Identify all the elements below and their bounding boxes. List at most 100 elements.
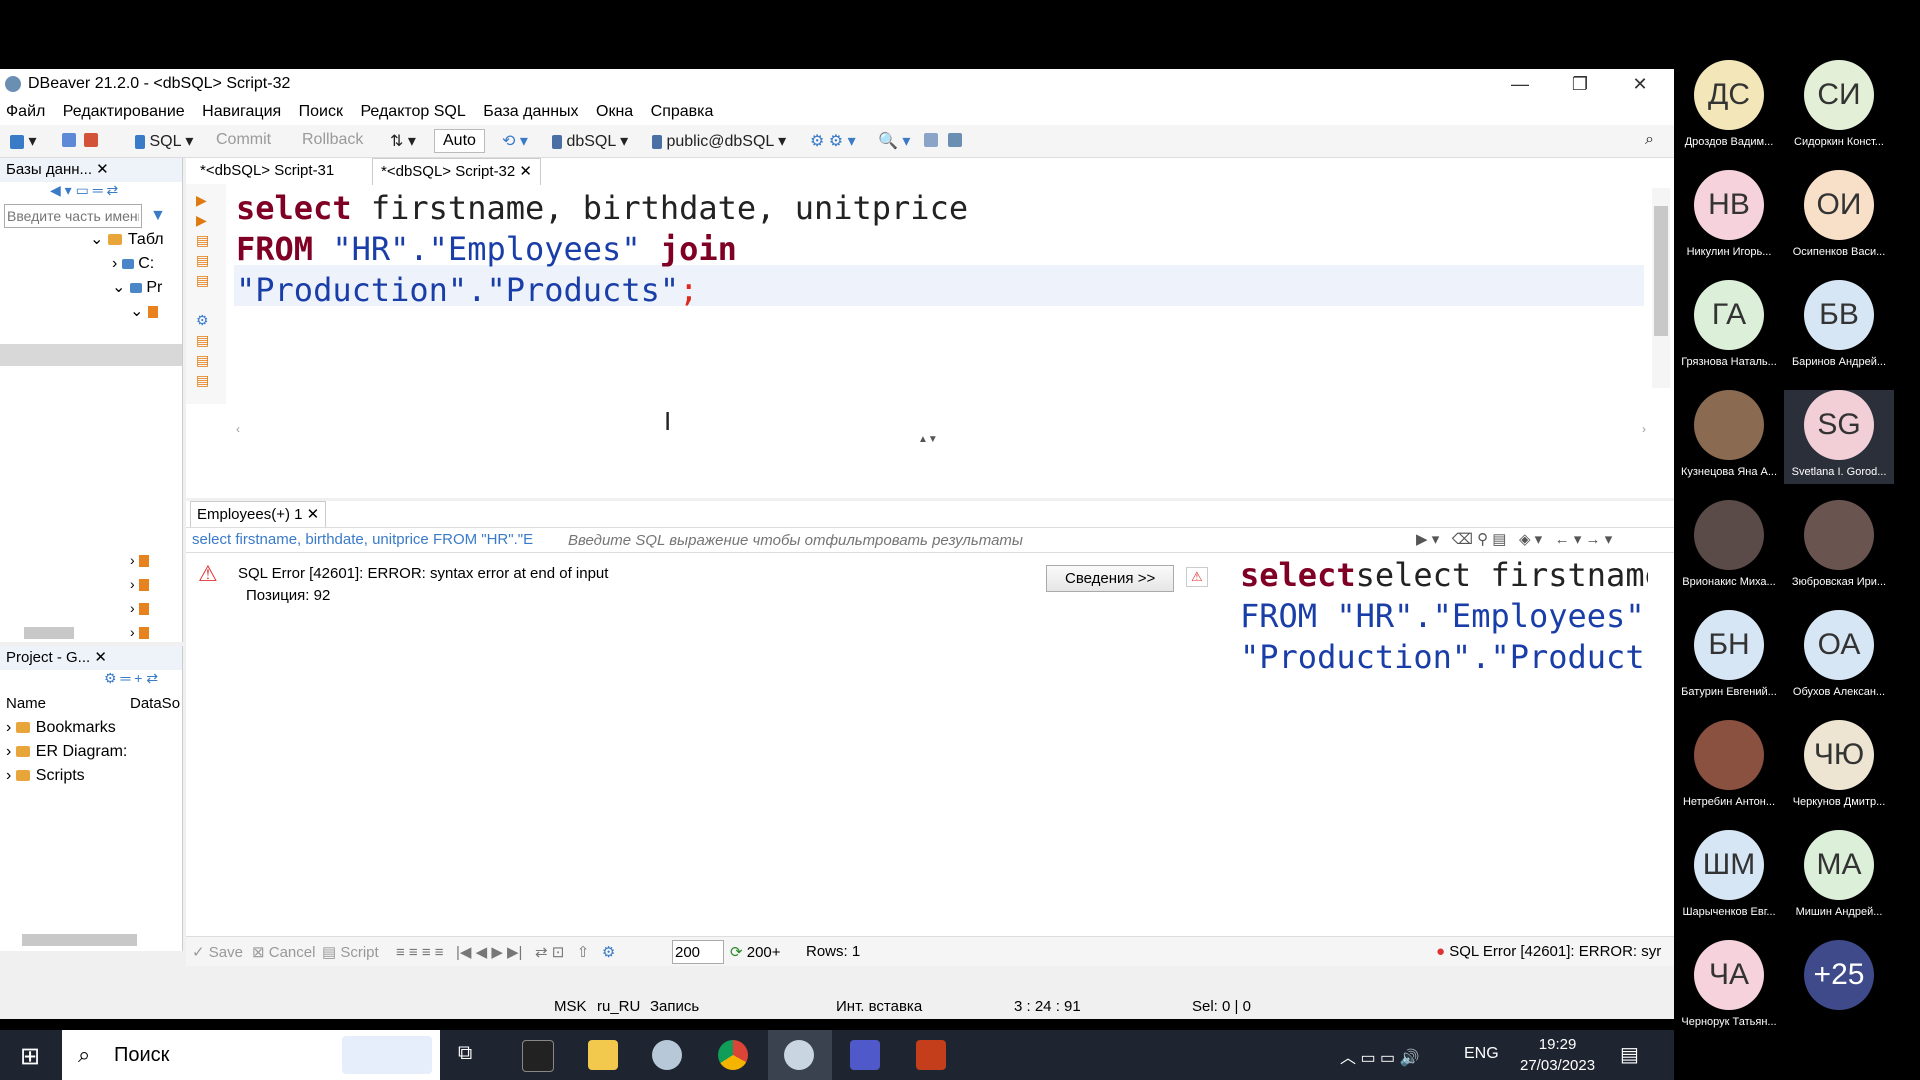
project-hscroll[interactable] [4, 931, 174, 947]
status-error[interactable]: ● SQL Error [42601]: ERROR: syr [1436, 943, 1661, 960]
participant-tile[interactable]: СИ Сидоркин Конст... [1784, 60, 1894, 148]
participant-tile[interactable]: ШМ Шарыченков Евг... [1674, 830, 1784, 918]
column-name-header[interactable]: Name [6, 692, 46, 716]
script-button[interactable]: ▤ Script [322, 943, 379, 961]
minimize-icon[interactable]: — [1490, 69, 1550, 99]
maximize-results-icon[interactable]: ▲▼ [918, 434, 938, 445]
results-tab[interactable]: Employees(+) 1 ✕ [190, 501, 327, 528]
tree-node-table-pr[interactable]: ⌄ Pr [0, 276, 182, 300]
clock[interactable]: 19:29 27/03/2023 [1520, 1034, 1595, 1076]
cancel-button[interactable]: ⊠ Cancel [252, 943, 315, 961]
language-indicator[interactable]: ENG [1464, 1045, 1499, 1063]
tree-node-tables[interactable]: ⌄ Табл [0, 228, 182, 252]
participant-avatar [1694, 390, 1764, 460]
project-toolbar: ⚙ ═ + ⇄ [104, 670, 159, 686]
menu-window[interactable]: Окна [596, 99, 633, 125]
teams-icon[interactable] [850, 1040, 880, 1070]
navigator-filter-input[interactable] [4, 204, 142, 228]
perspective-icon[interactable] [948, 131, 962, 149]
global-search-icon[interactable]: ⌕ [1645, 131, 1654, 149]
participant-tile[interactable]: Зюбровская Ири... [1784, 500, 1894, 588]
tree-selected-row[interactable] [0, 344, 182, 366]
menu-database[interactable]: База данных [483, 99, 578, 125]
participant-tile[interactable]: Врионакис Миха... [1674, 500, 1784, 588]
preferences-icon[interactable] [924, 131, 938, 149]
navigation-buttons[interactable]: ≡ ≡ ≡ ≡ |◀ ◀ ▶ ▶| ⇄ ⊡ ⇧ ⚙ [396, 943, 615, 961]
connect-icon[interactable] [62, 131, 76, 149]
project-item-scripts[interactable]: › Scripts [0, 764, 182, 788]
project-tab[interactable]: Project - G... ✕ [0, 646, 182, 670]
sql-code[interactable]: select firstname, birthdate, unitprice F… [236, 188, 968, 311]
participant-tile[interactable]: ОИ Осипенков Васи... [1784, 170, 1894, 258]
navigator-tab[interactable]: Базы данн... ✕ [0, 158, 182, 182]
navigator-hscroll[interactable] [4, 624, 164, 640]
menu-help[interactable]: Справка [651, 99, 714, 125]
tab-script-32[interactable]: *<dbSQL> Script-32 ✕ [372, 158, 541, 185]
tab-script-31[interactable]: *<dbSQL> Script-31 [192, 158, 342, 184]
participant-tile[interactable]: НВ Никулин Игорь... [1674, 170, 1784, 258]
project-item-bookmarks[interactable]: › Bookmarks [0, 716, 182, 740]
tree-node-column[interactable]: ⌄ [0, 300, 182, 324]
participant-tile[interactable]: ЧЮ Черкунов Дмитр... [1784, 720, 1894, 808]
task-view-icon[interactable]: ⧉ [458, 1042, 472, 1065]
participant-tile[interactable]: ГА Грязнова Наталь... [1674, 280, 1784, 368]
participant-tile[interactable]: ОА Обухов Алексан... [1784, 610, 1894, 698]
column-datasource-header[interactable]: DataSo [130, 692, 180, 716]
participant-tile[interactable]: Нетребин Антон... [1674, 720, 1784, 808]
terminal-icon[interactable] [522, 1040, 554, 1072]
auto-commit-toggle[interactable]: Auto [434, 129, 485, 153]
fetch-more-button[interactable]: ⟳ 200+ [730, 943, 781, 961]
participant-tile[interactable]: SG Svetlana I. Gorod... [1784, 390, 1894, 484]
participant-avatar: МА [1804, 830, 1874, 900]
filter-actions[interactable]: ▶ ▾ ⌫ ⚲ ▤ ◈ ▾ ← ▾ → ▾ [1416, 528, 1612, 552]
participant-avatar [1804, 500, 1874, 570]
editor-hscroll[interactable]: ‹ › [236, 422, 1646, 436]
powerpoint-icon[interactable] [916, 1040, 946, 1070]
participant-tile[interactable]: БВ Баринов Андрей... [1784, 280, 1894, 368]
menu-file[interactable]: Файл [6, 99, 45, 125]
results-filter-input[interactable] [566, 529, 1400, 551]
search-icon[interactable]: 🔍 ▾ [878, 131, 910, 151]
history-icon[interactable]: ⟲ ▾ [502, 131, 528, 151]
tree-node-table-c[interactable]: › C: [0, 252, 182, 276]
tools-icon[interactable]: ⚙ ⚙ ▾ [810, 131, 856, 151]
rollback-button[interactable]: Rollback [302, 131, 363, 149]
windows-start-icon[interactable]: ⊞ [20, 1042, 40, 1071]
participant-tile[interactable]: Кузнецова Яна А... [1674, 390, 1784, 478]
filter-icon[interactable]: ▼ [150, 207, 166, 225]
dbeaver-logo-icon [5, 76, 21, 92]
datasource-selector[interactable]: dbSQL ▾ [552, 131, 628, 151]
chrome-icon[interactable] [718, 1040, 748, 1070]
restore-icon[interactable]: ❐ [1550, 69, 1610, 99]
sql-editor-button[interactable]: SQL ▾ [135, 131, 193, 151]
dbeaver-taskbar-active[interactable] [768, 1030, 832, 1080]
menu-edit[interactable]: Редактирование [63, 99, 185, 125]
menu-navigate[interactable]: Навигация [202, 99, 281, 125]
participant-tile[interactable]: +25 [1784, 940, 1894, 1016]
participant-tile[interactable]: БН Батурин Евгений... [1674, 610, 1784, 698]
details-button[interactable]: Сведения >> [1046, 565, 1175, 592]
commit-button[interactable]: Commit [216, 131, 271, 149]
app-icon[interactable] [652, 1040, 682, 1070]
participant-tile[interactable]: ДС Дроздов Вадим... [1674, 60, 1784, 148]
menu-search[interactable]: Поиск [299, 99, 343, 125]
error-log-icon[interactable]: ⚠ [1186, 567, 1208, 587]
search-highlight-image [342, 1036, 432, 1074]
system-tray-icons[interactable]: ︿ ▭ ▭ 🔊 [1340, 1044, 1420, 1068]
schema-selector[interactable]: public@dbSQL ▾ [652, 131, 786, 151]
editor-vscroll[interactable] [1652, 188, 1670, 388]
close-icon[interactable]: ✕ [1610, 69, 1670, 99]
project-item-er-diagrams[interactable]: › ER Diagram: [0, 740, 182, 764]
file-explorer-icon[interactable] [588, 1040, 618, 1070]
new-connection-icon[interactable]: ▾ [10, 131, 36, 151]
participant-tile[interactable]: ЧА Чернорук Татьян... [1674, 940, 1784, 1028]
disconnect-icon[interactable] [84, 131, 98, 149]
menu-sql-editor[interactable]: Редактор SQL [360, 99, 465, 125]
notifications-icon[interactable]: ▤ [1620, 1042, 1639, 1067]
transaction-mode-icon[interactable]: ⇅ ▾ [390, 131, 416, 151]
save-button[interactable]: ✓ Save [192, 943, 243, 961]
taskbar-search[interactable]: ⌕ Поиск [62, 1030, 440, 1080]
fetch-size-input[interactable] [672, 940, 724, 964]
participant-avatar: ЧЮ [1804, 720, 1874, 790]
participant-tile[interactable]: МА Мишин Андрей... [1784, 830, 1894, 918]
